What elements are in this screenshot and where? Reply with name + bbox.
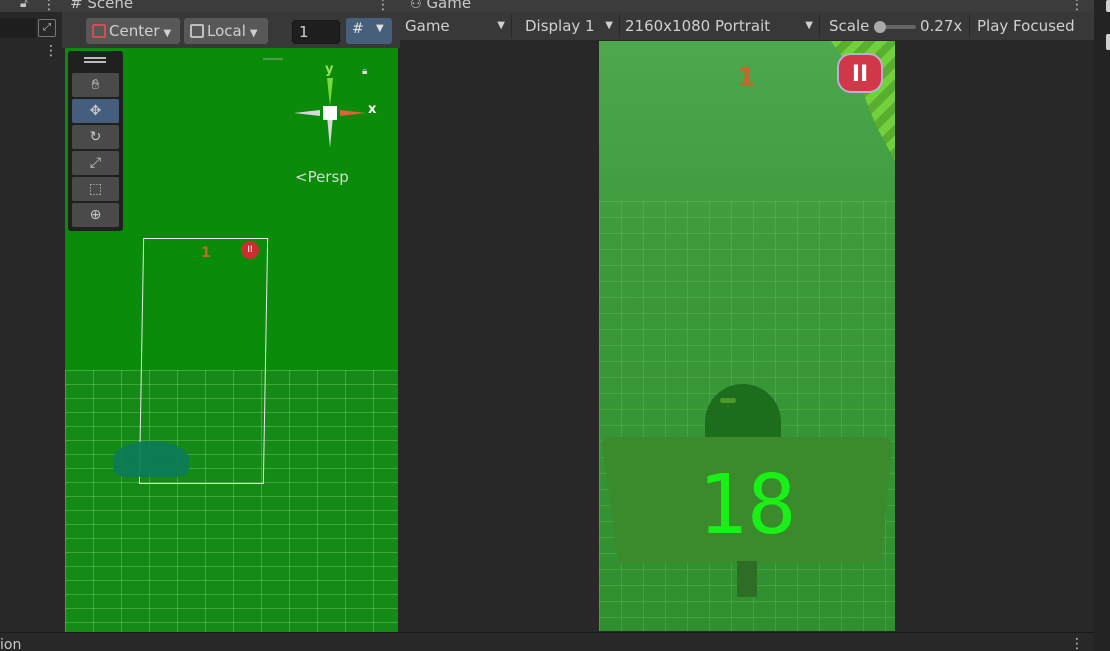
tool-palette: ✋︎ ✥ ↻ ⤢ ⬚ ⊕ <box>68 51 123 231</box>
game-menu-kebab[interactable]: ⋮ <box>1070 0 1084 12</box>
hierarchy-search-field[interactable] <box>0 18 36 38</box>
rect-transform-icon: ⬚ <box>88 181 103 197</box>
rect-tool-button[interactable]: ⬚ <box>72 177 119 201</box>
palette-grip-icon[interactable] <box>84 57 106 59</box>
pivot-icon <box>92 24 106 38</box>
scene-toolbar: Center ▼ Local ▼ 1 # ▼ <box>62 12 400 48</box>
bottom-panel-tab-label[interactable]: ion <box>0 637 21 651</box>
game-viewport[interactable]: 1 II 18 <box>599 41 895 631</box>
inspector-doc-edge-icon[interactable] <box>1106 34 1110 50</box>
lock-icon[interactable]: 🔓︎ <box>20 0 28 11</box>
grid-snap-toggle[interactable]: # ▼ <box>346 18 392 44</box>
orientation-gizmo[interactable]: y x <box>290 62 380 156</box>
score-sign-post <box>737 561 757 597</box>
game-score-text: 1 <box>737 63 756 93</box>
pivot-mode-dropdown[interactable]: Center ▼ <box>86 18 180 44</box>
display-label: Display 1 <box>525 17 595 35</box>
hierarchy-menu-kebab[interactable]: ⋮ <box>42 0 56 12</box>
transform-icon: ⊕ <box>89 207 102 223</box>
game-pause-button[interactable]: II <box>837 53 883 93</box>
transform-tool-button[interactable]: ⊕ <box>72 203 119 227</box>
snap-increment-input[interactable]: 1 <box>292 20 340 44</box>
resolution-dropdown[interactable]: 2160x1080 Portrait ▼ <box>620 14 820 38</box>
grid-snap-icon: # <box>352 21 364 37</box>
bottom-panel-kebab[interactable]: ⋮ <box>1070 637 1084 651</box>
hierarchy-panel-edge: 🔓︎ ⋮ ⤢ ⋮ <box>0 0 62 632</box>
game-tab-bar <box>400 0 1094 12</box>
hierarchy-row-kebab[interactable]: ⋮ <box>44 44 58 58</box>
pivot-space-label: Local <box>207 22 246 40</box>
overlay-drag-handle[interactable] <box>263 58 283 60</box>
tab-scene[interactable]: # Scene <box>70 0 133 12</box>
scene-player-object[interactable] <box>113 441 189 477</box>
hand-tool-button[interactable]: ✋︎ <box>72 73 119 97</box>
player-eye-detail <box>719 397 737 404</box>
play-focused-dropdown[interactable]: Play Focused <box>972 14 1094 38</box>
pivot-mode-label: Center <box>109 22 160 40</box>
rotate-icon: ↻ <box>89 129 102 145</box>
scene-score-text: 1 <box>201 245 211 261</box>
scene-pause-icon: II <box>241 241 259 259</box>
chevron-down-icon[interactable]: ▼ <box>376 23 384 34</box>
display-dropdown[interactable]: Display 1 ▼ <box>520 14 620 38</box>
scene-menu-kebab[interactable]: ⋮ <box>376 0 390 12</box>
gizmo-x-label: x <box>368 102 377 117</box>
scale-slider-thumb[interactable] <box>874 21 886 33</box>
hand-icon: ✋︎ <box>91 77 100 93</box>
chevron-down-icon: ▼ <box>497 20 505 31</box>
tab-game[interactable]: ⚇ Game <box>410 0 471 12</box>
play-mode-dropdown[interactable]: Game ▼ <box>400 14 512 38</box>
chevron-down-icon: ▼ <box>605 20 613 31</box>
inspector-tab-edge-icon[interactable] <box>1106 0 1110 12</box>
pivot-space-dropdown[interactable]: Local ▼ <box>184 18 268 44</box>
play-focused-label: Play Focused <box>977 17 1075 35</box>
projection-toggle[interactable]: <Persp <box>295 168 349 186</box>
rotate-tool-button[interactable]: ↻ <box>72 125 119 149</box>
tab-game-label: Game <box>426 0 472 12</box>
chevron-down-icon: ▼ <box>249 28 258 39</box>
move-tool-button[interactable]: ✥ <box>72 99 119 123</box>
object-picker-icon[interactable]: ⤢ <box>38 19 56 37</box>
gizmo-y-label: y <box>325 62 334 77</box>
scene-viewport[interactable]: ✋︎ ✥ ↻ ⤢ ⬚ ⊕ 🔒︎ y x <Persp 1 II <box>65 48 398 632</box>
game-toolbar: Game ▼ Display 1 ▼ 2160x1080 Portrait ▼ Sca… <box>400 12 1094 40</box>
scale-icon: ⤢ <box>89 155 102 171</box>
gizmo-axes-icon <box>294 78 366 148</box>
play-mode-label: Game <box>405 17 450 35</box>
bottom-panel-tab-bar <box>0 632 1094 651</box>
cube-icon <box>190 24 204 38</box>
resolution-label: 2160x1080 Portrait <box>625 17 771 35</box>
move-arrows-icon: ✥ <box>89 103 102 119</box>
scale-label: Scale <box>829 17 870 35</box>
inspector-panel-edge <box>1094 0 1110 651</box>
gamepad-icon: ⚇ <box>410 0 422 12</box>
distance-counter-text: 18 <box>697 458 797 553</box>
chevron-down-icon: ▼ <box>163 28 172 39</box>
scale-tool-button[interactable]: ⤢ <box>72 151 119 175</box>
scale-value: 0.27x <box>920 17 963 35</box>
chevron-down-icon: ▼ <box>805 20 813 31</box>
